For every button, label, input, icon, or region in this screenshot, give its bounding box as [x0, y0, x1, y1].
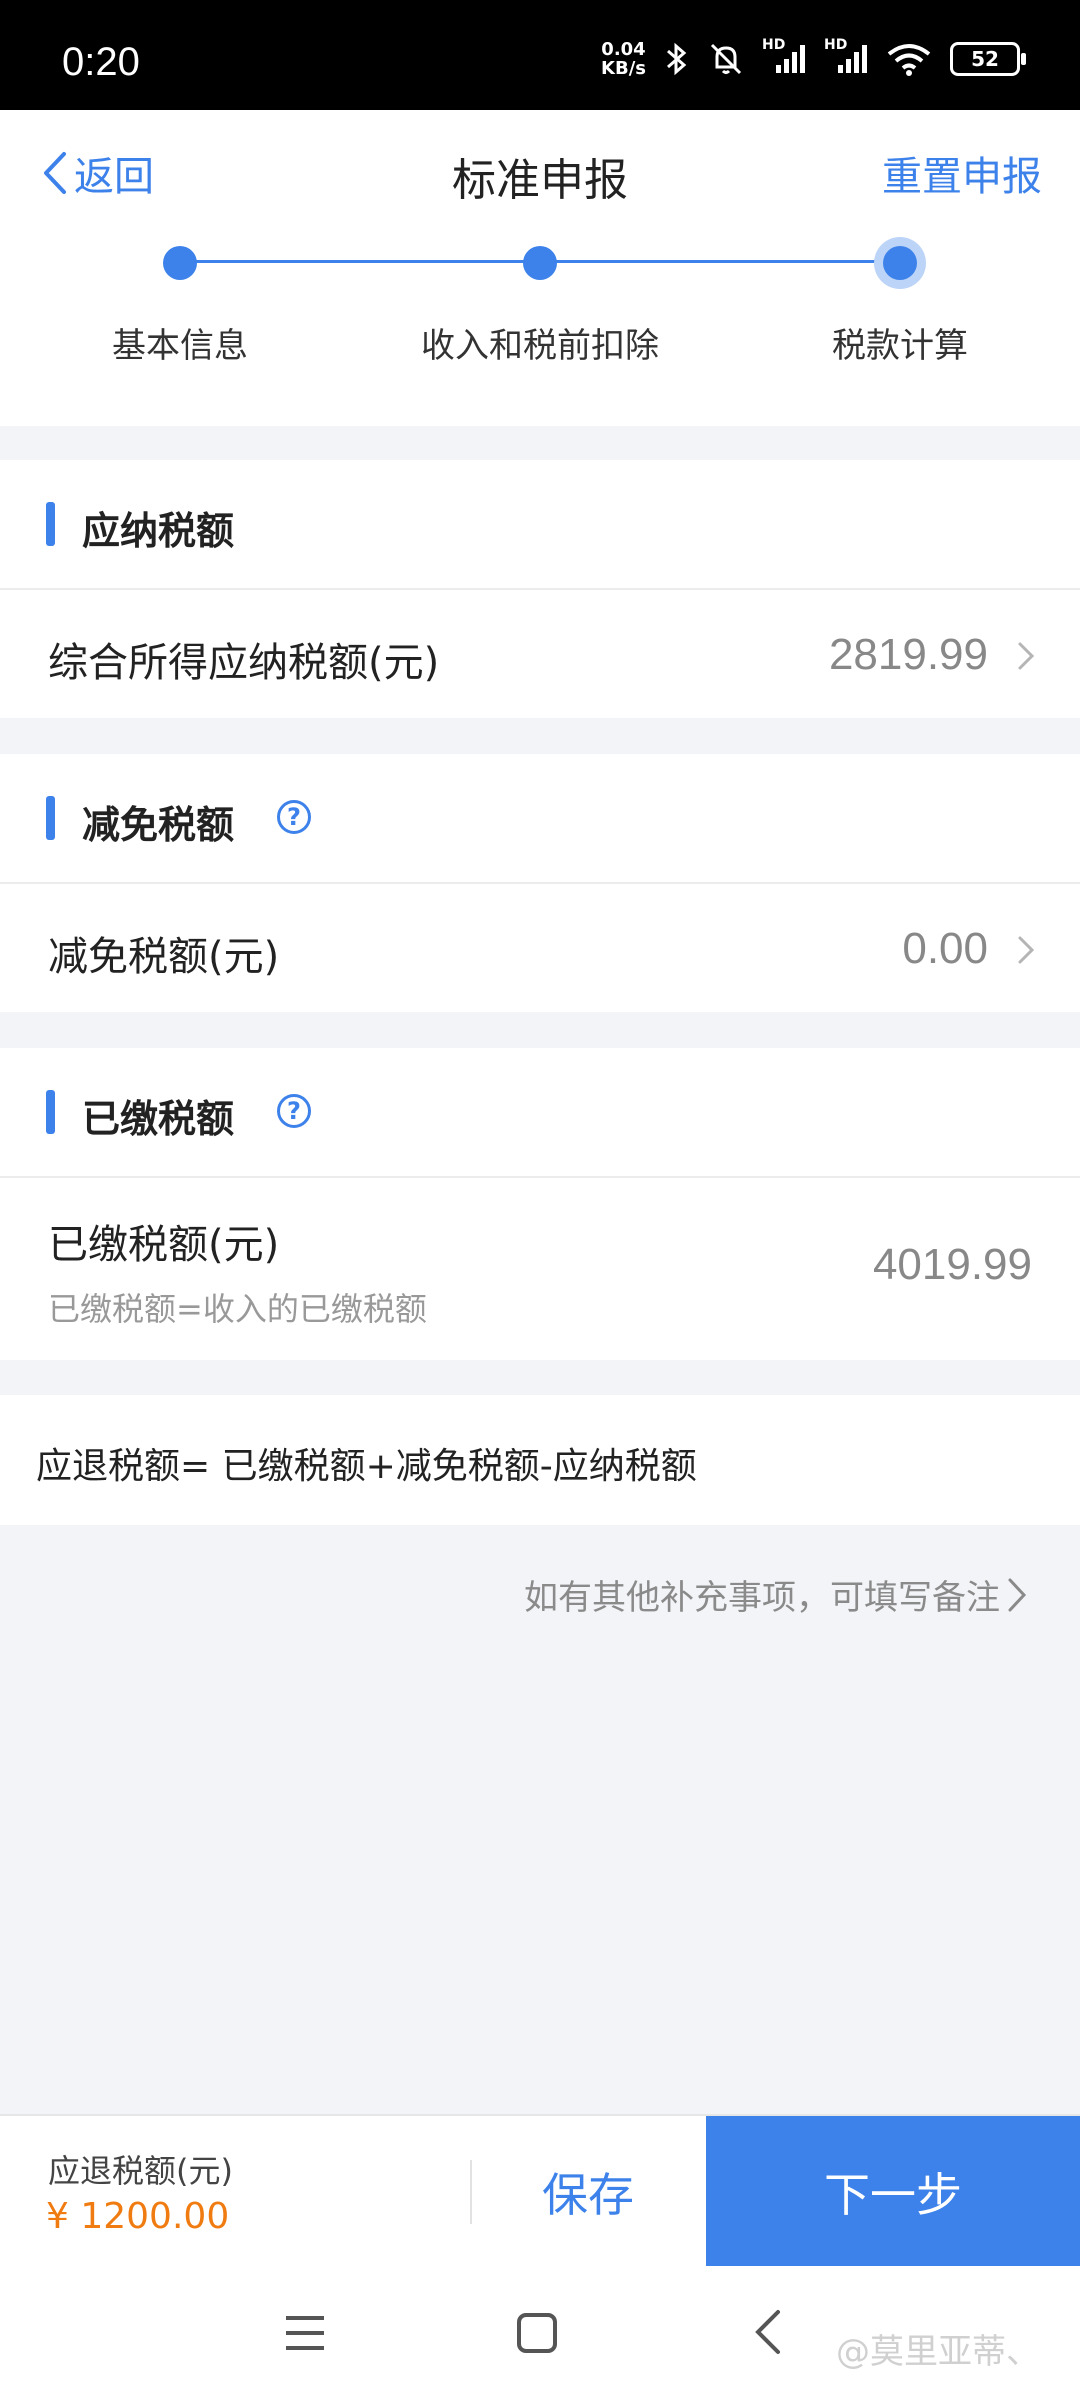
section-header: 已缴税额 ? — [0, 1048, 1080, 1178]
section-paid-tax: 已缴税额 ? 已缴税额(元) 已缴税额=收入的已缴税额 4019.99 — [0, 1048, 1080, 1360]
step-dot-tax-calculation — [883, 246, 917, 280]
refund-amount: ¥ 1200.00 — [46, 2196, 230, 2237]
help-icon[interactable]: ? — [277, 800, 311, 834]
home-icon[interactable] — [516, 2312, 558, 2354]
chevron-left-icon — [44, 152, 66, 194]
system-navigation-bar: @莫里亚蒂、 — [0, 2266, 1080, 2400]
section-accent-bar — [46, 796, 55, 840]
signal-hd-icon-2: HD — [824, 37, 868, 75]
back-label: 返回 — [74, 154, 154, 200]
status-time: 0:20 — [62, 40, 140, 84]
row-label: 综合所得应纳税额(元) — [48, 640, 440, 686]
section-header: 应纳税额 — [0, 460, 1080, 590]
section-title: 减免税额 — [82, 803, 235, 847]
refund-label: 应退税额(元) — [48, 2152, 233, 2190]
network-speed-value: 0.04 — [601, 39, 646, 60]
wifi-icon — [886, 42, 932, 76]
network-speed-unit: KB/s — [601, 58, 646, 79]
paid-tax-row: 已缴税额(元) 已缴税额=收入的已缴税额 4019.99 — [0, 1178, 1080, 1360]
row-label: 已缴税额(元) — [48, 1222, 280, 1268]
signal-hd-icon-1: HD — [762, 37, 806, 75]
reset-declaration-button[interactable]: 重置申报 — [882, 144, 1042, 202]
top-navigation: 返回 标准申报 重置申报 — [0, 110, 1080, 238]
help-icon[interactable]: ? — [277, 1094, 311, 1128]
row-label: 减免税额(元) — [48, 934, 280, 980]
status-icons: 0.04 KB/s HD HD 52 — [601, 37, 1026, 78]
next-step-button[interactable]: 下一步 — [706, 2116, 1080, 2268]
step-label-basic-info[interactable]: 基本信息 — [30, 318, 330, 367]
remark-text: 如有其他补充事项，可填写备注 — [524, 1578, 1000, 1618]
menu-icon[interactable] — [284, 2314, 326, 2352]
add-remark-link[interactable]: 如有其他补充事项，可填写备注 — [524, 1570, 1028, 1619]
step-dot-basic-info — [163, 246, 197, 280]
bluetooth-icon — [664, 41, 690, 77]
section-payable-tax: 应纳税额 综合所得应纳税额(元) 2819.99 — [0, 460, 1080, 718]
formula-text: 应退税额= 已缴税额+减免税额-应纳税额 — [36, 1446, 697, 1487]
payable-tax-row[interactable]: 综合所得应纳税额(元) 2819.99 — [0, 590, 1080, 718]
bottom-action-bar: 应退税额(元) ¥ 1200.00 保存 下一步 — [0, 2114, 1080, 2268]
step-dot-income-deduction — [523, 246, 557, 280]
step-label-tax-calculation: 税款计算 — [832, 326, 968, 366]
status-bar: 0:20 0.04 KB/s HD HD 52 — [0, 0, 1080, 110]
chevron-right-icon — [1018, 936, 1035, 964]
tax-reduction-row[interactable]: 减免税额(元) 0.00 — [0, 884, 1080, 1012]
progress-stepper: 基本信息 收入和税前扣除 税款计算 — [0, 236, 1080, 426]
battery-icon: 52 — [950, 42, 1026, 76]
step-label-income-deduction[interactable]: 收入和税前扣除 — [390, 318, 690, 367]
section-header: 减免税额 ? — [0, 754, 1080, 884]
back-button[interactable]: 返回 — [40, 144, 154, 202]
bell-muted-icon — [708, 41, 744, 77]
signal-hd-label-1: HD — [762, 37, 786, 53]
back-nav-icon[interactable] — [752, 2308, 782, 2356]
chevron-right-icon — [1008, 1578, 1027, 1611]
network-speed: 0.04 KB/s — [601, 40, 646, 78]
section-accent-bar — [46, 502, 55, 546]
save-button[interactable]: 保存 — [472, 2116, 704, 2268]
section-title: 应纳税额 — [82, 509, 235, 553]
section-tax-reduction: 减免税额 ? 减免税额(元) 0.00 — [0, 754, 1080, 1012]
tax-reduction-value: 0.00 — [902, 924, 988, 973]
watermark: @莫里亚蒂、 — [836, 2332, 1040, 2372]
section-title: 已缴税额 — [82, 1097, 235, 1141]
chevron-right-icon — [1018, 642, 1035, 670]
refund-formula: 应退税额= 已缴税额+减免税额-应纳税额 — [0, 1395, 1080, 1525]
section-accent-bar — [46, 1090, 55, 1134]
signal-hd-label-2: HD — [824, 37, 848, 53]
paid-tax-value: 4019.99 — [872, 1240, 1032, 1289]
row-sublabel: 已缴税额=收入的已缴税额 — [48, 1290, 427, 1328]
payable-tax-value: 2819.99 — [828, 630, 988, 679]
